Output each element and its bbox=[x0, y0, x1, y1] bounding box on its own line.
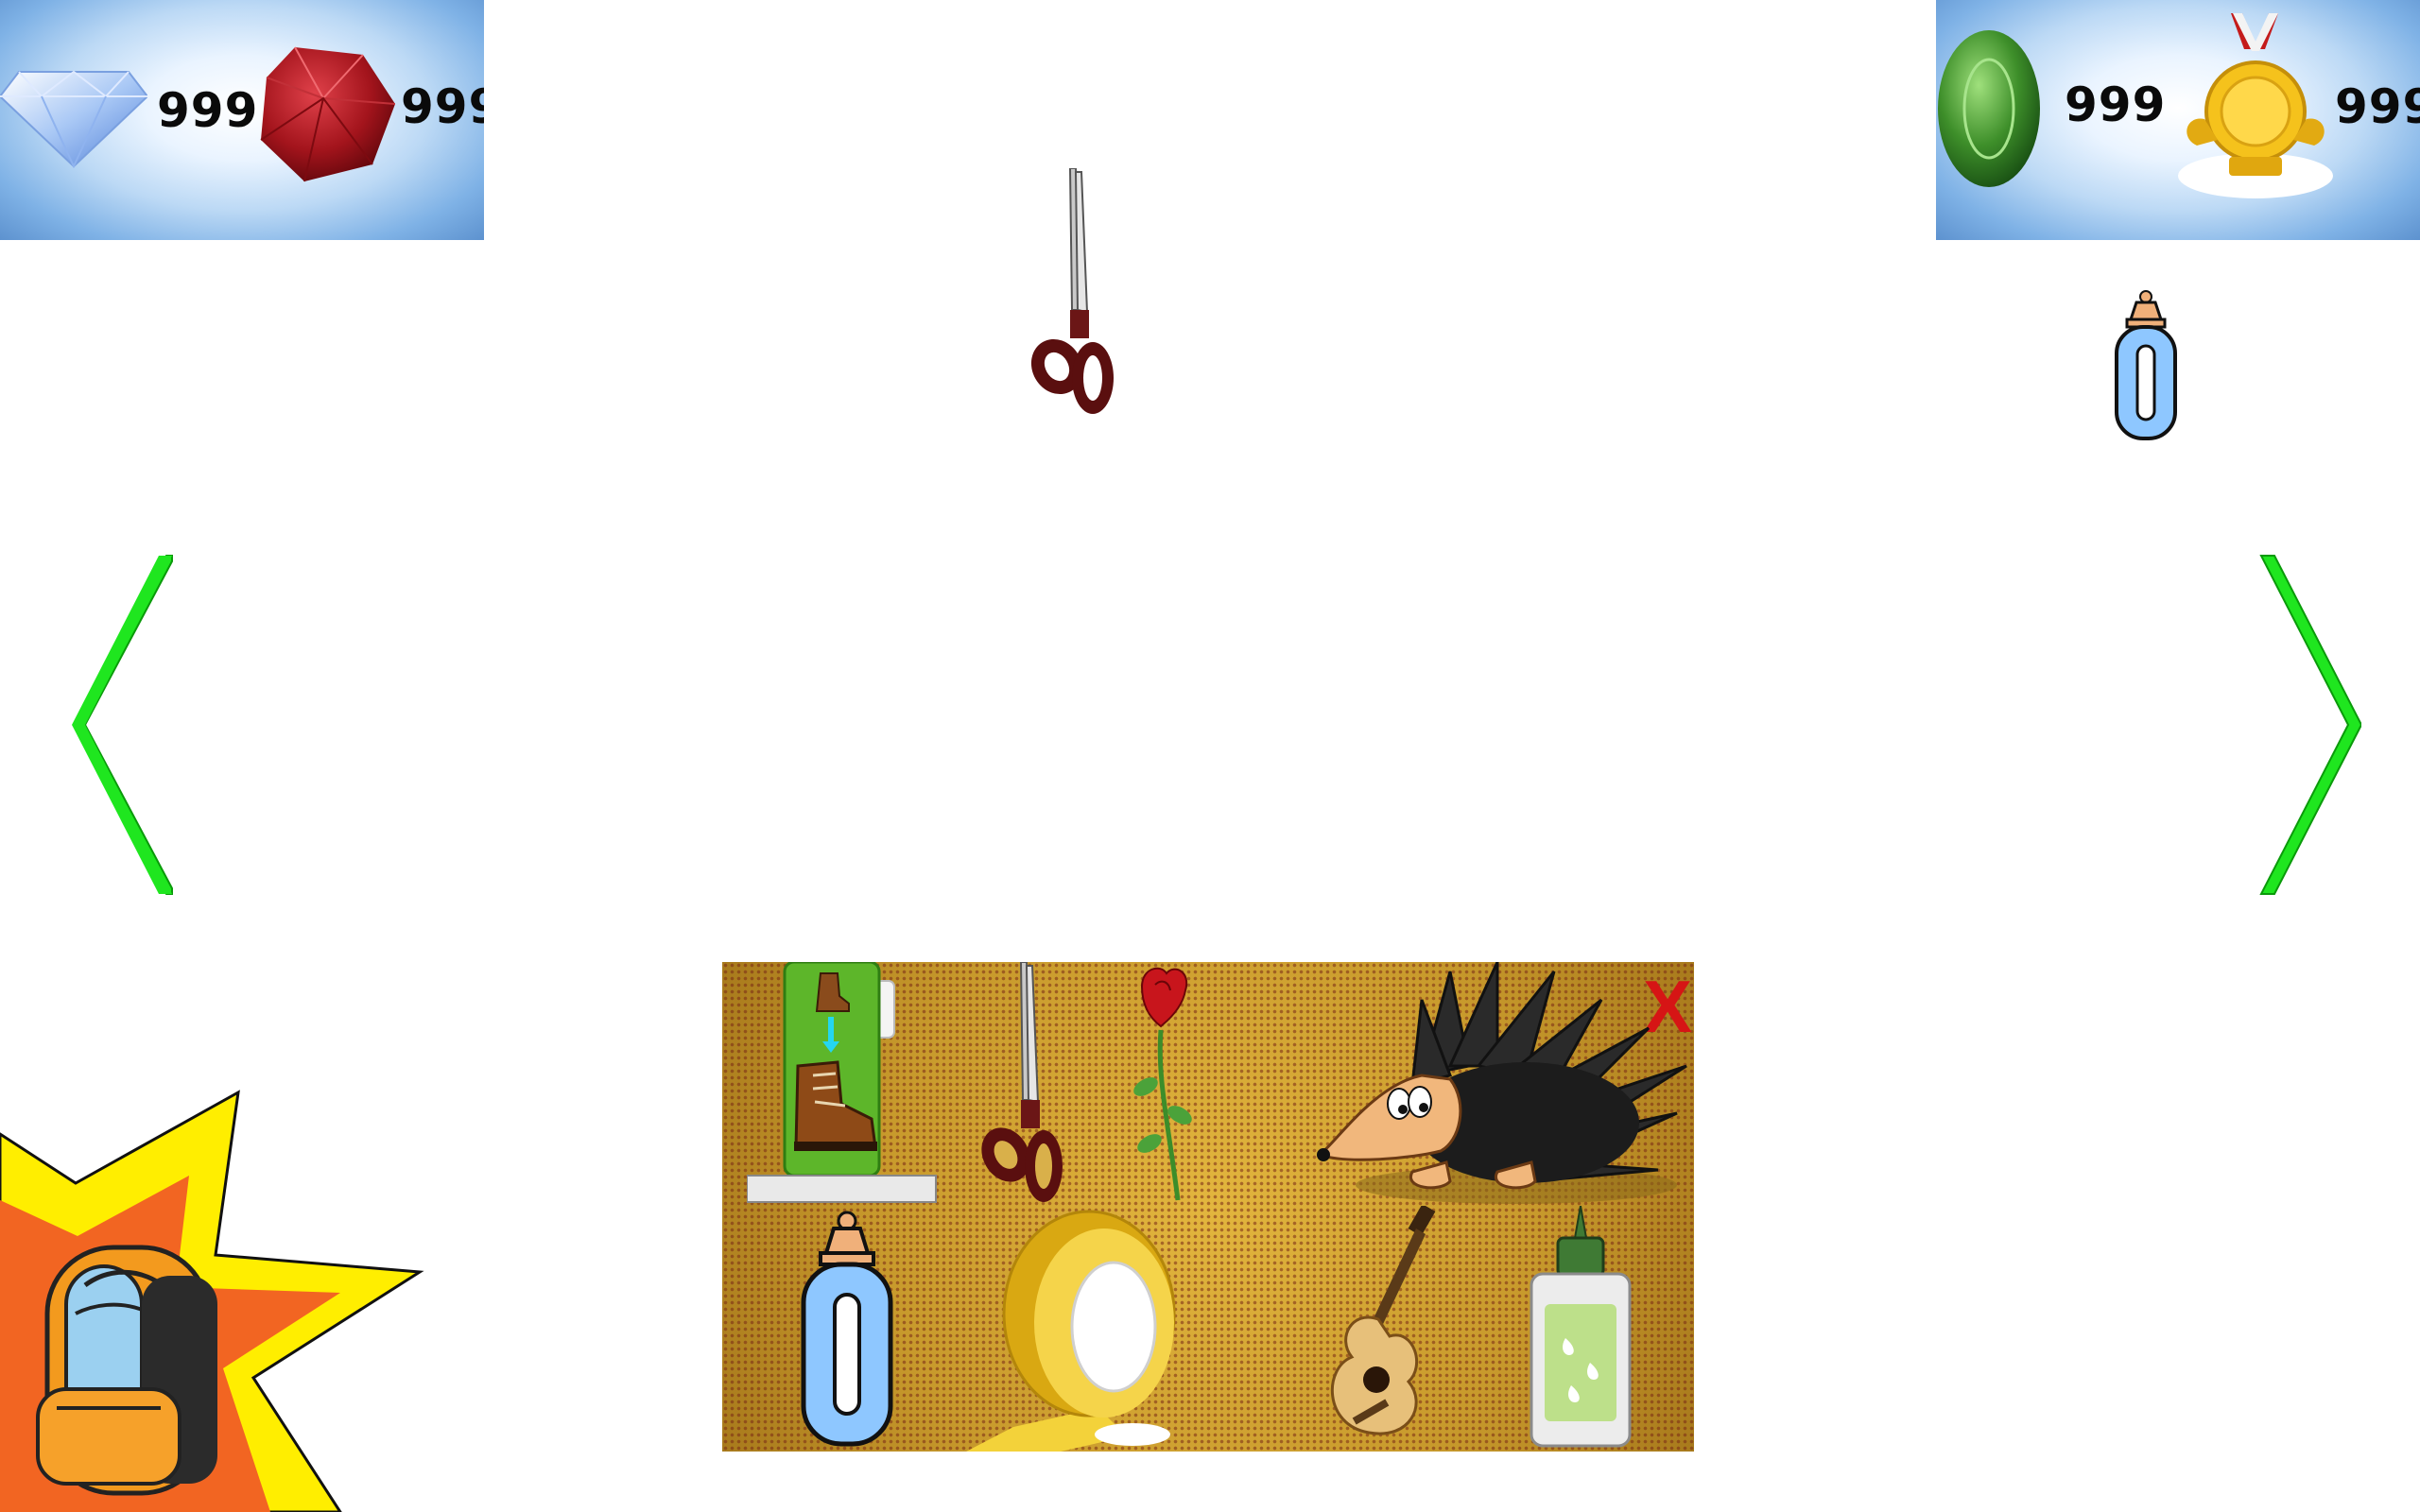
boot-upgrade-icon[interactable] bbox=[747, 962, 964, 1206]
currency-panel-right: 999 999 bbox=[1936, 0, 2420, 240]
backpack-button[interactable] bbox=[0, 1087, 425, 1512]
tape-roll-icon[interactable] bbox=[966, 1210, 1202, 1452]
trophy-count: 999 bbox=[2335, 79, 2420, 134]
diamond-count: 999 bbox=[157, 83, 259, 138]
ruby-count: 999 bbox=[401, 79, 484, 134]
emerald-gem-icon bbox=[1938, 30, 2040, 187]
emerald-count: 999 bbox=[2065, 77, 2167, 132]
backpack-icon bbox=[36, 1245, 217, 1496]
baby-bottle-icon[interactable] bbox=[2114, 289, 2178, 442]
chevron-right-icon[interactable] bbox=[2259, 554, 2361, 896]
gold-trophy-icon bbox=[2178, 13, 2333, 198]
ruby-gem-icon bbox=[260, 46, 395, 182]
scissors-icon[interactable] bbox=[979, 962, 1066, 1206]
guitar-icon[interactable] bbox=[1323, 1206, 1456, 1444]
baby-bottle-icon[interactable] bbox=[800, 1210, 894, 1448]
scissors-icon[interactable] bbox=[1028, 168, 1119, 416]
currency-panel-left: 999 999 bbox=[0, 0, 484, 240]
rose-icon[interactable] bbox=[1125, 964, 1201, 1206]
chevron-left-icon[interactable] bbox=[72, 554, 174, 896]
glue-bottle-icon[interactable] bbox=[1528, 1206, 1634, 1450]
diamond-gem-icon bbox=[0, 70, 147, 168]
inventory-panel: X bbox=[722, 962, 1694, 1452]
porcupine-icon[interactable] bbox=[1308, 962, 1694, 1208]
